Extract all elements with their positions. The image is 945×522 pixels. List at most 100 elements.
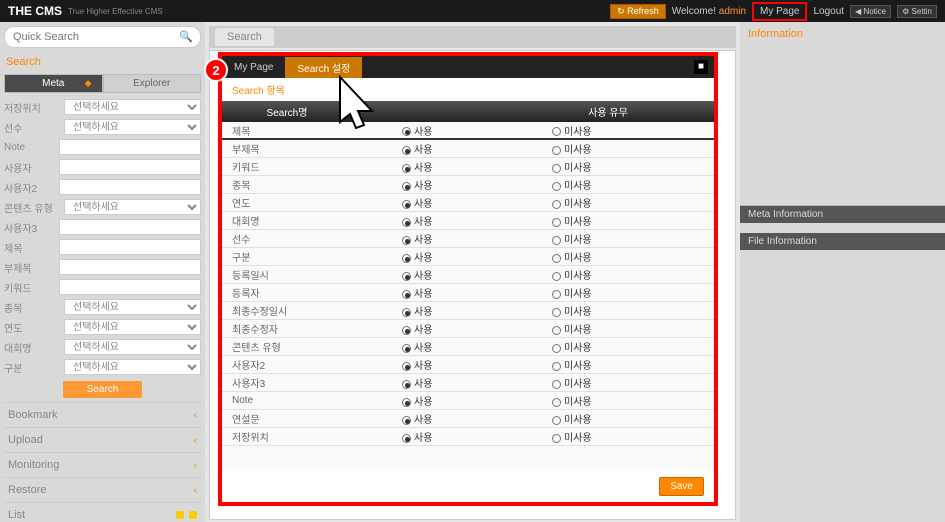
radio-use[interactable]: [402, 254, 411, 263]
nouse-radio-wrap[interactable]: 미사용: [502, 123, 714, 138]
use-radio-wrap[interactable]: 사용: [342, 231, 502, 246]
filter-select[interactable]: 선택하세요: [64, 339, 201, 355]
nouse-radio-wrap[interactable]: 미사용: [502, 195, 714, 210]
quick-search-input[interactable]: [4, 26, 201, 48]
use-radio-wrap[interactable]: 사용: [342, 285, 502, 300]
radio-nouse[interactable]: [552, 380, 561, 389]
radio-use[interactable]: [402, 362, 411, 371]
use-radio-wrap[interactable]: 사용: [342, 159, 502, 174]
close-icon[interactable]: ■: [694, 60, 708, 74]
modal-tab-mypage[interactable]: My Page: [222, 59, 285, 76]
use-radio-wrap[interactable]: 사용: [342, 177, 502, 192]
use-radio-wrap[interactable]: 사용: [342, 267, 502, 282]
radio-nouse[interactable]: [552, 127, 561, 136]
radio-nouse[interactable]: [552, 254, 561, 263]
radio-nouse[interactable]: [552, 146, 561, 155]
sidebar-section-upload[interactable]: Upload‹: [4, 427, 201, 452]
radio-nouse[interactable]: [552, 200, 561, 209]
nouse-radio-wrap[interactable]: 미사용: [502, 249, 714, 264]
sidebar-section-monitoring[interactable]: Monitoring‹: [4, 452, 201, 477]
modal-rows[interactable]: 제목사용미사용부제목사용미사용키워드사용미사용종목사용미사용연도사용미사용대회명…: [222, 122, 714, 471]
nouse-radio-wrap[interactable]: 미사용: [502, 339, 714, 354]
radio-nouse[interactable]: [552, 398, 561, 407]
nouse-radio-wrap[interactable]: 미사용: [502, 285, 714, 300]
save-button[interactable]: Save: [659, 477, 704, 496]
use-radio-wrap[interactable]: 사용: [342, 213, 502, 228]
radio-nouse[interactable]: [552, 164, 561, 173]
use-radio-wrap[interactable]: 사용: [342, 321, 502, 336]
use-radio-wrap[interactable]: 사용: [342, 339, 502, 354]
filter-input[interactable]: [59, 259, 201, 275]
use-radio-wrap[interactable]: 사용: [342, 375, 502, 390]
nouse-radio-wrap[interactable]: 미사용: [502, 411, 714, 426]
sidebar-section-restore[interactable]: Restore‹: [4, 477, 201, 502]
filter-input[interactable]: [59, 279, 201, 295]
radio-nouse[interactable]: [552, 308, 561, 317]
nouse-radio-wrap[interactable]: 미사용: [502, 267, 714, 282]
radio-nouse[interactable]: [552, 182, 561, 191]
nouse-radio-wrap[interactable]: 미사용: [502, 375, 714, 390]
radio-use[interactable]: [402, 272, 411, 281]
sidebar-section-list[interactable]: List: [4, 502, 201, 522]
sidebar-search-button[interactable]: Search: [63, 381, 143, 398]
radio-use[interactable]: [402, 200, 411, 209]
filter-select[interactable]: 선택하세요: [64, 199, 201, 215]
radio-nouse[interactable]: [552, 326, 561, 335]
center-tab-search[interactable]: Search: [215, 28, 274, 46]
mypage-link[interactable]: My Page: [752, 2, 807, 21]
filter-input[interactable]: [59, 159, 201, 175]
radio-use[interactable]: [402, 146, 411, 155]
nouse-radio-wrap[interactable]: 미사용: [502, 357, 714, 372]
nouse-radio-wrap[interactable]: 미사용: [502, 213, 714, 228]
file-info-header[interactable]: File Information: [740, 233, 945, 250]
radio-use[interactable]: [402, 218, 411, 227]
nouse-radio-wrap[interactable]: 미사용: [502, 177, 714, 192]
radio-use[interactable]: [402, 164, 411, 173]
search-icon[interactable]: 🔍: [179, 30, 193, 43]
radio-use[interactable]: [402, 398, 411, 407]
radio-use[interactable]: [402, 344, 411, 353]
tab-explorer[interactable]: Explorer: [103, 74, 202, 93]
refresh-button[interactable]: ↻ Refresh: [610, 4, 666, 19]
radio-use[interactable]: [402, 416, 411, 425]
radio-nouse[interactable]: [552, 290, 561, 299]
radio-use[interactable]: [402, 182, 411, 191]
radio-nouse[interactable]: [552, 272, 561, 281]
filter-input[interactable]: [59, 219, 201, 235]
use-radio-wrap[interactable]: 사용: [342, 393, 502, 408]
radio-nouse[interactable]: [552, 344, 561, 353]
filter-select[interactable]: 선택하세요: [64, 119, 201, 135]
nouse-radio-wrap[interactable]: 미사용: [502, 231, 714, 246]
tab-meta[interactable]: Meta◆: [4, 74, 103, 93]
nouse-radio-wrap[interactable]: 미사용: [502, 393, 714, 408]
filter-select[interactable]: 선택하세요: [64, 299, 201, 315]
radio-use[interactable]: [402, 308, 411, 317]
use-radio-wrap[interactable]: 사용: [342, 249, 502, 264]
filter-input[interactable]: [59, 179, 201, 195]
filter-select[interactable]: 선택하세요: [64, 99, 201, 115]
radio-nouse[interactable]: [552, 218, 561, 227]
nouse-radio-wrap[interactable]: 미사용: [502, 303, 714, 318]
use-radio-wrap[interactable]: 사용: [342, 195, 502, 210]
use-radio-wrap[interactable]: 사용: [342, 411, 502, 426]
notice-button[interactable]: ◀ Notice: [850, 5, 891, 18]
radio-nouse[interactable]: [552, 236, 561, 245]
nouse-radio-wrap[interactable]: 미사용: [502, 429, 714, 444]
filter-input[interactable]: [59, 139, 201, 155]
radio-use[interactable]: [402, 326, 411, 335]
radio-use[interactable]: [402, 380, 411, 389]
radio-use[interactable]: [402, 127, 411, 136]
filter-input[interactable]: [59, 239, 201, 255]
radio-use[interactable]: [402, 290, 411, 299]
radio-nouse[interactable]: [552, 416, 561, 425]
setting-button[interactable]: ⚙ Settin: [897, 5, 937, 18]
nouse-radio-wrap[interactable]: 미사용: [502, 141, 714, 156]
use-radio-wrap[interactable]: 사용: [342, 429, 502, 444]
filter-select[interactable]: 선택하세요: [64, 319, 201, 335]
use-radio-wrap[interactable]: 사용: [342, 303, 502, 318]
radio-nouse[interactable]: [552, 434, 561, 443]
radio-nouse[interactable]: [552, 362, 561, 371]
meta-info-header[interactable]: Meta Information: [740, 206, 945, 223]
logout-link[interactable]: Logout: [813, 6, 844, 17]
radio-use[interactable]: [402, 236, 411, 245]
